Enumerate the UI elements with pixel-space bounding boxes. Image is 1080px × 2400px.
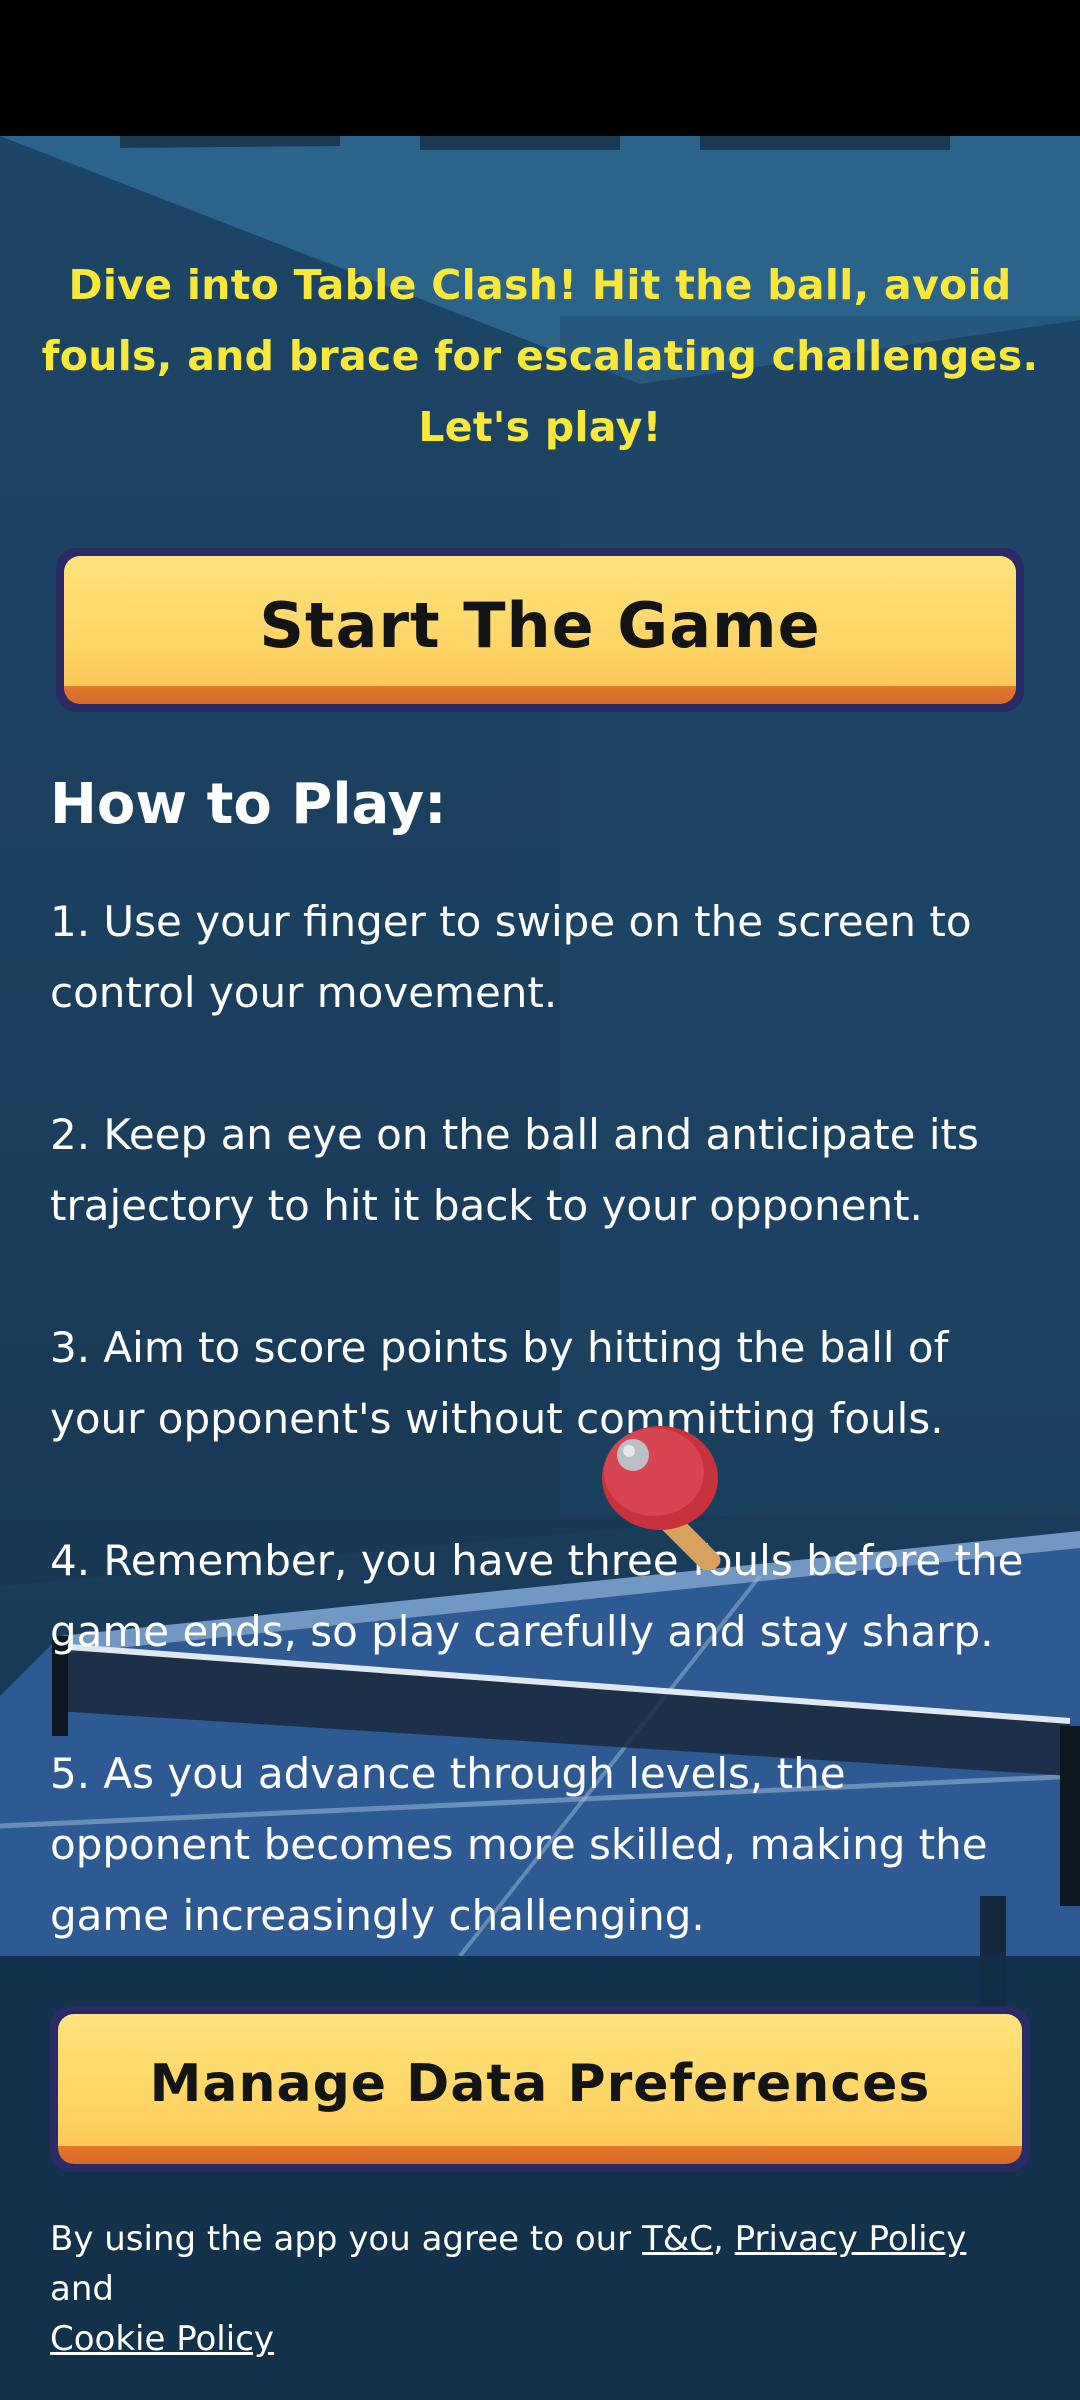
start-game-button-label: Start The Game	[259, 588, 821, 662]
cookie-policy-link[interactable]: Cookie Policy	[50, 2319, 274, 2359]
privacy-policy-link[interactable]: Privacy Policy	[735, 2219, 967, 2259]
legal-text: By using the app you agree to our T&C, P…	[50, 2214, 1040, 2364]
step-2: 2. Keep an eye on the ball and anticipat…	[50, 1110, 979, 1230]
how-to-play-steps: 1. Use your finger to swipe on the scree…	[50, 886, 1040, 2022]
step-3: 3. Aim to score points by hitting the ba…	[50, 1323, 949, 1443]
intro-text: Dive into Table Clash! Hit the ball, avo…	[41, 261, 1039, 451]
how-to-play-title: How to Play:	[50, 772, 447, 837]
legal-separator: ,	[713, 2219, 735, 2259]
legal-prefix: By using the app you agree to our	[50, 2219, 642, 2259]
manage-data-preferences-button[interactable]: Manage Data Preferences	[50, 2006, 1030, 2172]
start-game-button-face: Start The Game	[64, 556, 1016, 704]
legal-and: and	[50, 2269, 114, 2309]
ping-pong-paddle-icon	[602, 1426, 721, 1570]
step-4: 4. Remember, you have three fouls before…	[50, 1536, 1024, 1656]
manage-data-preferences-button-label: Manage Data Preferences	[149, 2054, 931, 2114]
start-game-button[interactable]: Start The Game	[56, 548, 1024, 712]
step-1: 1. Use your finger to swipe on the scree…	[50, 897, 972, 1017]
manage-data-preferences-button-face: Manage Data Preferences	[58, 2014, 1022, 2164]
terms-link[interactable]: T&C	[642, 2219, 713, 2259]
step-5: 5. As you advance through levels, the op…	[50, 1749, 988, 1940]
